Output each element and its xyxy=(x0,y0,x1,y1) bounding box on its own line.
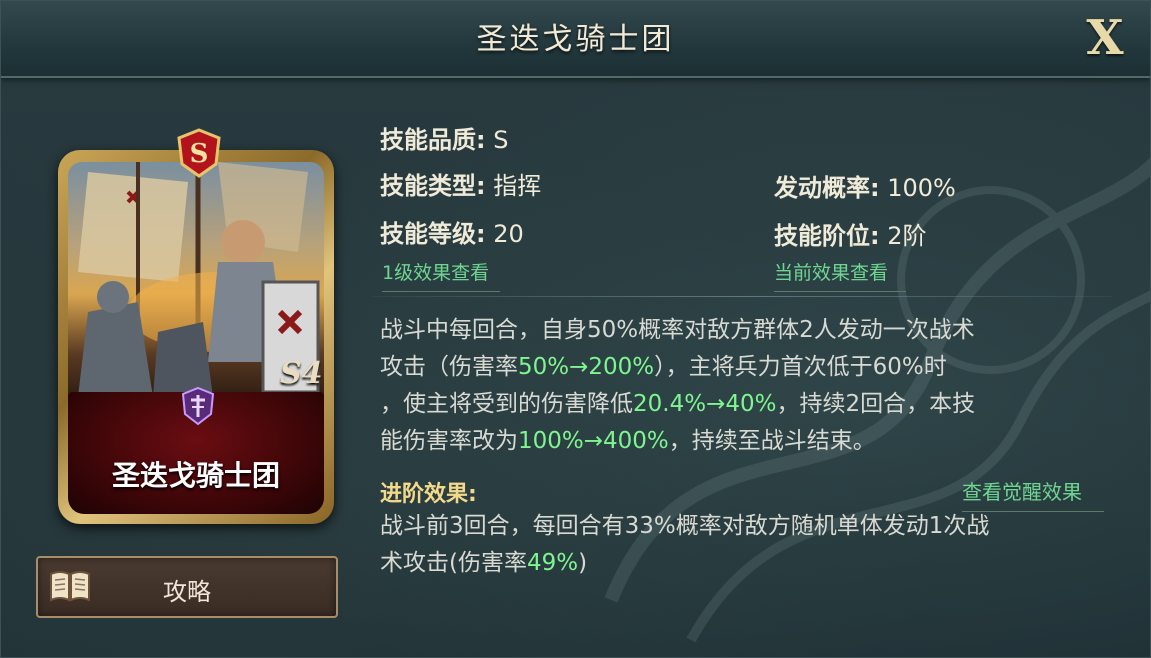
damage-rate-highlight: 50%→200% xyxy=(518,354,655,380)
description-line-2: 攻击（伤害率50%→200%），主将兵力首次低于60%时 xyxy=(380,354,947,380)
skill-level-row: 技能等级: 20 xyxy=(380,214,524,249)
skill-detail-panel: 圣迭戈骑士团 X 圣迭戈骑士团 S S4 攻略 技能品质: S 技能类型: 指挥… xyxy=(0,0,1151,658)
panel-title: 圣迭戈骑士团 xyxy=(476,22,675,57)
header-bar: 圣迭戈骑士团 X xyxy=(0,0,1151,78)
current-effect-link[interactable]: 当前效果查看 xyxy=(774,258,906,292)
skill-type-value: 指挥 xyxy=(493,172,542,200)
awaken-effect-link[interactable]: 查看觉醒效果 xyxy=(962,476,1104,512)
skill-type-label: 技能类型: xyxy=(380,172,486,200)
skill-card: 圣迭戈骑士团 S S4 xyxy=(48,128,346,528)
description-line-4: 能伤害率改为100%→400%，持续至战斗结束。 xyxy=(380,428,876,454)
advanced-effect-title: 进阶效果: xyxy=(380,482,477,507)
skill-quality-label: 技能品质: xyxy=(380,126,486,154)
trigger-rate-value: 100% xyxy=(887,174,956,202)
advanced-line-1: 战斗前3回合，每回合有33%概率对敌方随机单体发动1次战 xyxy=(380,513,990,539)
advanced-effect-description: 战斗前3回合，每回合有33%概率对敌方随机单体发动1次战 术攻击(伤害率49%) xyxy=(380,508,1100,582)
skill-quality-row: 技能品质: S xyxy=(380,120,508,155)
close-button[interactable]: X xyxy=(1077,10,1133,66)
damage-reduction-highlight: 20.4%→40% xyxy=(633,391,777,417)
command-type-icon xyxy=(181,386,215,426)
grade-letter: S xyxy=(190,139,209,169)
skill-quality-value: S xyxy=(493,126,509,154)
trigger-rate-row: 发动概率: 100% xyxy=(774,168,956,203)
skill-tier-label: 技能阶位: xyxy=(774,222,880,250)
skill-tier-value: 2阶 xyxy=(887,222,927,250)
advanced-damage-highlight: 49% xyxy=(526,550,579,576)
section-divider xyxy=(372,296,1112,297)
grade-badge: S xyxy=(177,128,221,178)
description-line-1: 战斗中每回合，自身50%概率对敌方群体2人发动一次战术 xyxy=(380,317,975,343)
description-line-3: ，使主将受到的伤害降低20.4%→40%，持续2回合，本技 xyxy=(380,391,976,417)
guide-button[interactable]: 攻略 xyxy=(36,556,338,618)
skill-type-row: 技能类型: 指挥 xyxy=(380,166,541,201)
guide-button-label: 攻略 xyxy=(163,578,211,606)
skill-level-value: 20 xyxy=(493,220,524,248)
skill-level-label: 技能等级: xyxy=(380,220,486,248)
level1-effect-link[interactable]: 1级效果查看 xyxy=(382,258,500,292)
card-skill-name: 圣迭戈骑士团 xyxy=(111,459,280,492)
skill-tier-row: 技能阶位: 2阶 xyxy=(774,216,927,251)
trigger-rate-label: 发动概率: xyxy=(774,174,880,202)
final-damage-rate-highlight: 100%→400% xyxy=(518,428,669,454)
card-level-mark: S4 xyxy=(280,356,323,391)
advanced-line-2: 术攻击(伤害率49%) xyxy=(380,550,588,576)
skill-description: 战斗中每回合，自身50%概率对敌方群体2人发动一次战术 攻击（伤害率50%→20… xyxy=(380,312,1100,460)
